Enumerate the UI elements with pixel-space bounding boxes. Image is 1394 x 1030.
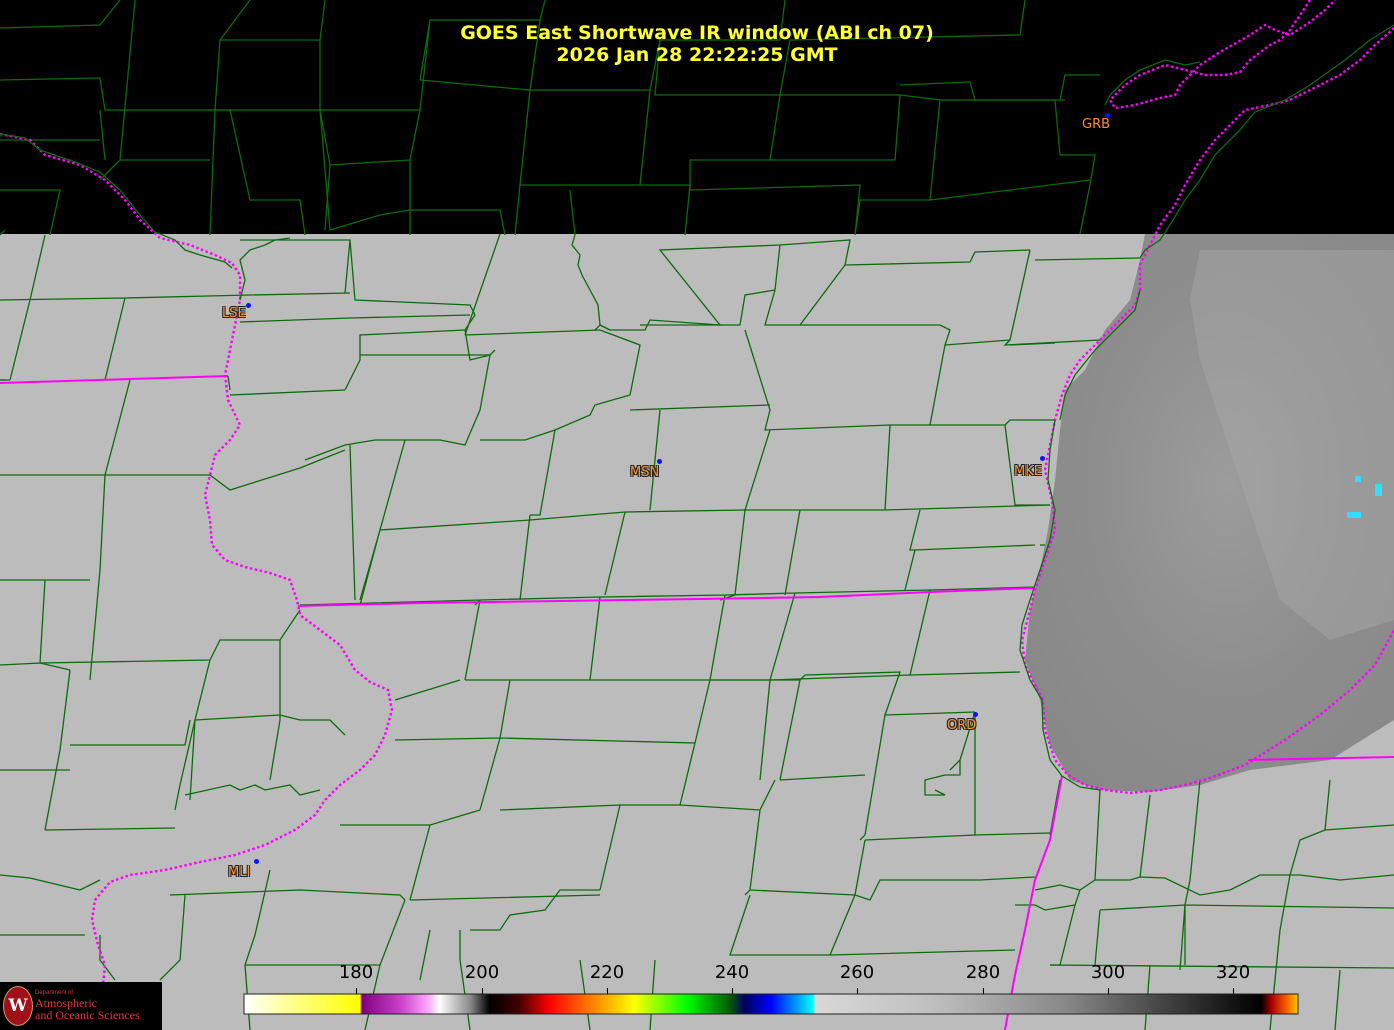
cold-pixel [1375,484,1382,496]
colorbar-tickmark [1108,988,1109,994]
colorbar-tickmark [983,988,984,994]
colorbar-tick: 180 [338,962,374,983]
station-dot-lse [246,303,251,308]
city-label-mli: MLI [228,865,251,880]
colorbar-tickmark [857,988,858,994]
colorbar-tickmark [356,988,357,994]
station-dot-mli [254,859,259,864]
cold-pixel [1355,476,1361,482]
colorbar-tick: 240 [714,962,750,983]
uw-seal-icon: W [3,986,33,1026]
city-label-lse: LSE [222,306,246,321]
station-dot-ord [973,712,978,717]
city-label-ord: ORD [947,718,977,733]
map-title: GOES East Shortwave IR window (ABI ch 07… [460,22,934,44]
station-dot-mke [1040,456,1045,461]
colorbar-tickmark [1233,988,1234,994]
colorbar-tick: 200 [464,962,500,983]
colorbar-tickmark [607,988,608,994]
logo-line2: and Oceanic Sciences [35,1008,140,1022]
aos-logo: W Department of Atmospheric and Oceanic … [0,982,162,1030]
colorbar-tickmark [732,988,733,994]
colorbar-tick: 260 [839,962,875,983]
satellite-map [0,0,1394,1030]
station-dot-msn [657,459,662,464]
city-label-mke: MKE [1014,464,1042,479]
city-label-grb: GRB [1082,117,1111,132]
colorbar-tick: 220 [589,962,625,983]
cold-pixel [1347,512,1361,518]
colorbar-tick: 320 [1215,962,1251,983]
colorbar-tickmark [482,988,483,994]
colorbar-tick: 280 [965,962,1001,983]
colorbar [243,993,1299,1015]
city-label-msn: MSN [630,465,660,480]
map-timestamp: 2026 Jan 28 22:22:25 GMT [556,44,838,66]
colorbar-tick: 300 [1090,962,1126,983]
